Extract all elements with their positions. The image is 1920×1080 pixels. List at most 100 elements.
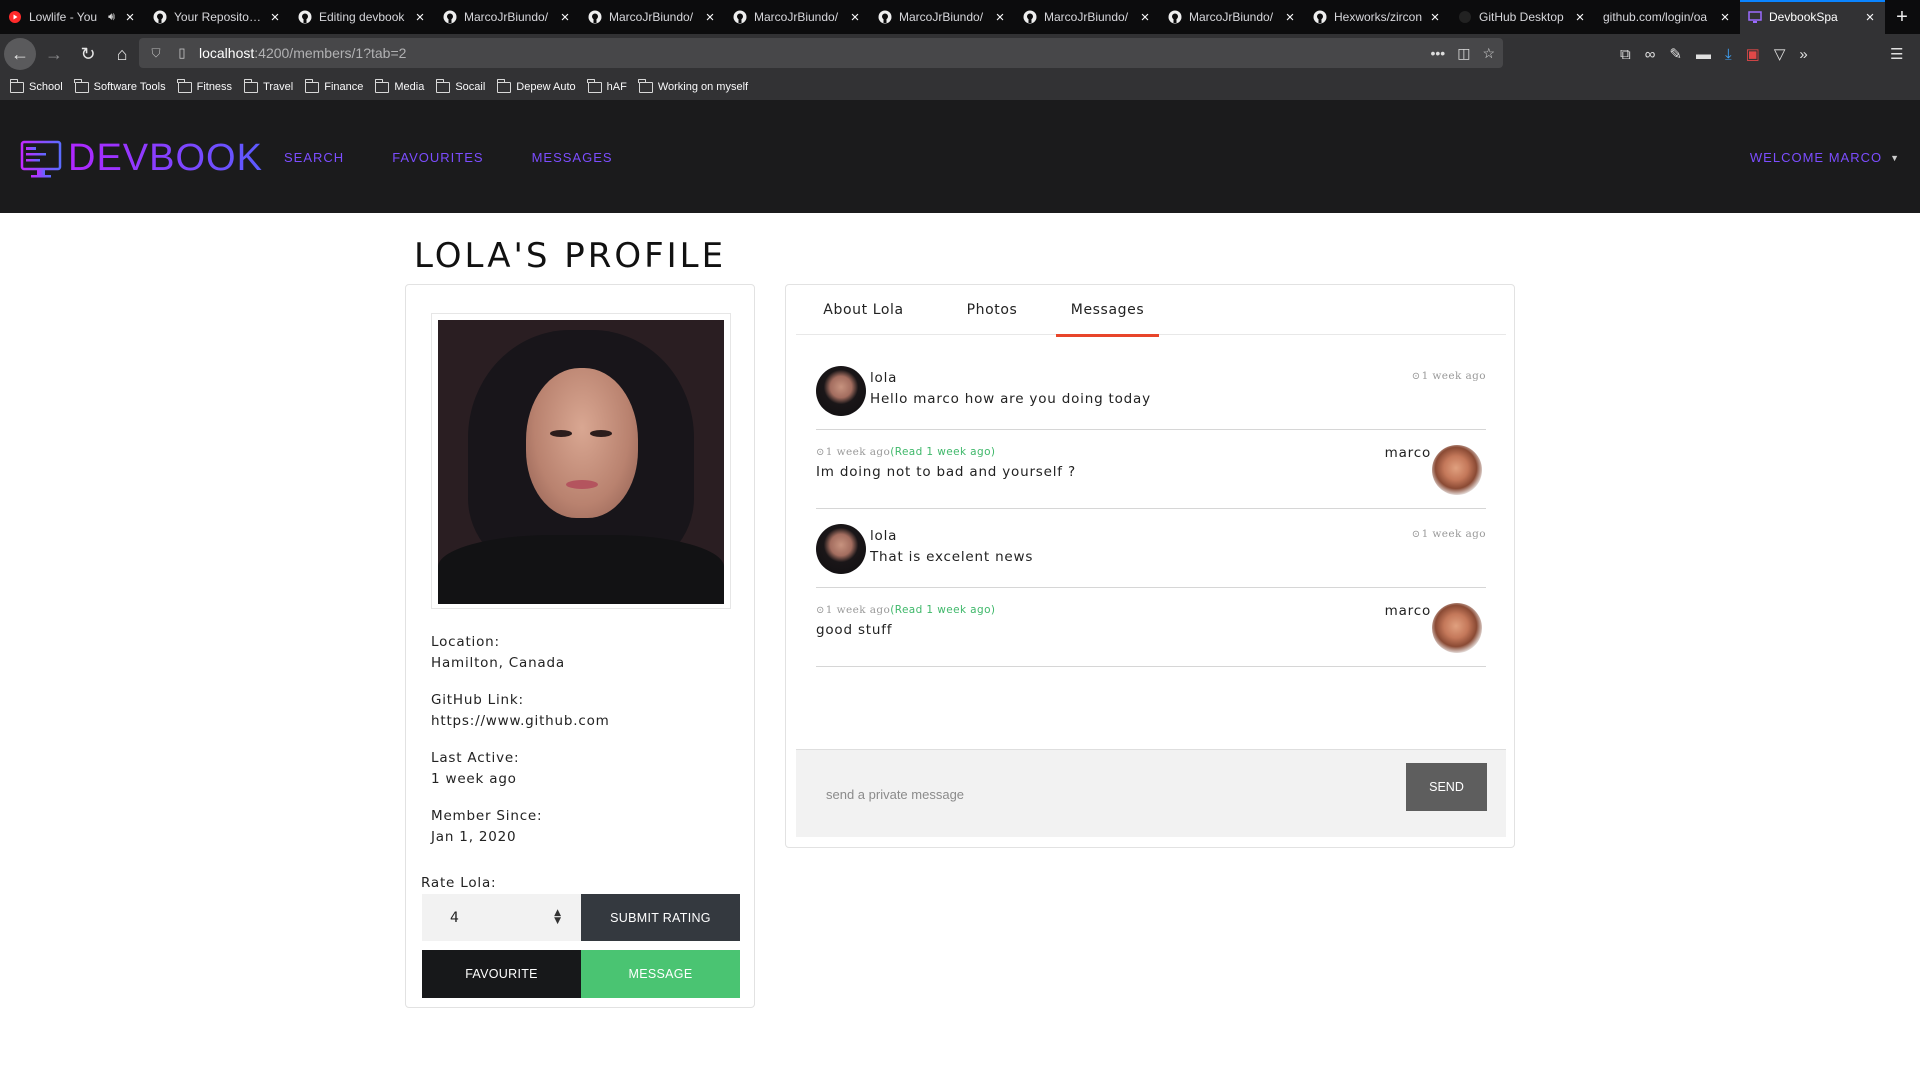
nav-messages[interactable]: MESSAGES bbox=[532, 150, 613, 165]
bookmark-folder[interactable]: School bbox=[9, 78, 63, 93]
tab-title: MarcoJrBiundo/ bbox=[1044, 10, 1129, 24]
rating-select[interactable]: 4 ▲ ▼ bbox=[422, 894, 581, 941]
close-tab-icon[interactable]: × bbox=[123, 9, 137, 26]
bookmark-star-icon[interactable]: ☆ bbox=[1482, 45, 1495, 62]
bookmark-folder[interactable]: Media bbox=[374, 78, 425, 93]
extension-icon[interactable]: ▣ bbox=[1746, 45, 1760, 63]
tab-about[interactable]: About Lola bbox=[796, 285, 931, 335]
menu-icon[interactable]: ☰ bbox=[1890, 45, 1903, 63]
close-tab-icon[interactable]: × bbox=[1283, 9, 1297, 26]
bookmark-label: Media bbox=[394, 81, 425, 93]
close-tab-icon[interactable]: × bbox=[1573, 9, 1587, 26]
bookmark-folder[interactable]: Travel bbox=[243, 78, 293, 93]
close-tab-icon[interactable]: × bbox=[1863, 9, 1877, 26]
github-link[interactable]: https://www.github.com bbox=[431, 711, 610, 732]
home-icon[interactable]: ⌂ bbox=[106, 38, 138, 70]
browser-tab[interactable]: Your Repositories × bbox=[145, 0, 290, 34]
bookmark-folder[interactable]: Software Tools bbox=[74, 78, 166, 93]
folder-icon bbox=[496, 78, 512, 93]
github-icon bbox=[733, 10, 747, 24]
library-icon[interactable]: ▬ bbox=[1696, 46, 1711, 63]
browser-tab[interactable]: Lowlife - You 🔊︎ × bbox=[0, 0, 145, 34]
message-item: marco ⊙1 week ago(Read 1 week ago) Im do… bbox=[816, 430, 1486, 509]
speaker-icon[interactable]: 🔊︎ bbox=[108, 11, 115, 24]
browser-tab[interactable]: MarcoJrBiundo/ × bbox=[1160, 0, 1305, 34]
github-label: GitHub Link: bbox=[431, 692, 524, 708]
member-since-value: Jan 1, 2020 bbox=[431, 829, 517, 845]
browser-tab[interactable]: MarcoJrBiundo/ × bbox=[580, 0, 725, 34]
submit-rating-button[interactable]: SUBMIT RATING bbox=[581, 894, 740, 941]
favourite-button[interactable]: FAVOURITE bbox=[422, 950, 581, 998]
download-icon[interactable]: ⤓ bbox=[1725, 46, 1732, 63]
browser-tab[interactable]: MarcoJrBiundo/ × bbox=[1015, 0, 1160, 34]
message-time-text: 1 week ago bbox=[825, 604, 891, 616]
browser-tab[interactable]: GitHub Desktop × bbox=[1450, 0, 1595, 34]
message-sender: marco bbox=[1384, 603, 1431, 619]
close-tab-icon[interactable]: × bbox=[848, 9, 862, 26]
nav-favourites[interactable]: FAVOURITES bbox=[392, 150, 483, 165]
clock-icon: ⊙ bbox=[1411, 371, 1421, 382]
message-sender: marco bbox=[1384, 445, 1431, 461]
browser-tab[interactable]: Hexworks/zircon × bbox=[1305, 0, 1450, 34]
browser-tab[interactable]: MarcoJrBiundo/ × bbox=[435, 0, 580, 34]
github-desktop-icon bbox=[1458, 10, 1472, 24]
bookmarks-bar: School Software Tools Fitness Travel Fin… bbox=[0, 74, 1920, 100]
message-input[interactable] bbox=[826, 778, 1276, 810]
mask-icon[interactable]: ∞ bbox=[1645, 46, 1656, 63]
message-text: Im doing not to bad and yourself ? bbox=[816, 464, 1076, 480]
tab-title: MarcoJrBiundo/ bbox=[609, 10, 694, 24]
nav-search[interactable]: SEARCH bbox=[284, 150, 344, 165]
location-value: Hamilton, Canada bbox=[431, 655, 565, 671]
bookmark-label: Working on myself bbox=[657, 81, 749, 93]
message-sender: lola bbox=[870, 528, 898, 544]
browser-tab[interactable]: MarcoJrBiundo/ × bbox=[725, 0, 870, 34]
browser-tab-active[interactable]: DevbookSpa × bbox=[1740, 0, 1885, 34]
url-text[interactable]: localhost:4200/members/1?tab=2 bbox=[199, 45, 406, 61]
tab-photos[interactable]: Photos bbox=[928, 285, 1056, 335]
page-info-icon[interactable]: ▯ bbox=[173, 45, 191, 61]
close-tab-icon[interactable]: × bbox=[1138, 9, 1152, 26]
new-tab-icon[interactable]: + bbox=[1885, 0, 1919, 34]
close-tab-icon[interactable]: × bbox=[1428, 9, 1442, 26]
bookmark-folder[interactable]: Socail bbox=[435, 78, 485, 93]
pocket-icon[interactable]: ◫ bbox=[1457, 45, 1470, 62]
shield-icon[interactable]: ⛉ bbox=[147, 46, 165, 61]
more-actions-icon[interactable]: ••• bbox=[1430, 45, 1445, 61]
bookmark-label: Software Tools bbox=[93, 81, 166, 93]
vue-devtools-icon[interactable]: ▽ bbox=[1774, 45, 1786, 63]
bookmark-label: Fitness bbox=[196, 81, 233, 93]
url-bar[interactable]: ⛉ ▯ localhost:4200/members/1?tab=2 ••• ◫… bbox=[139, 38, 1503, 68]
close-tab-icon[interactable]: × bbox=[268, 9, 282, 26]
send-button[interactable]: SEND bbox=[1406, 763, 1487, 811]
user-menu[interactable]: WELCOME MARCO ▼ bbox=[1750, 150, 1900, 165]
page-title: LOLA'S PROFILE bbox=[414, 236, 727, 276]
browser-tab[interactable]: github.com/login/oa × bbox=[1595, 0, 1740, 34]
browser-tab[interactable]: MarcoJrBiundo/ × bbox=[870, 0, 1015, 34]
close-tab-icon[interactable]: × bbox=[993, 9, 1007, 26]
message-button[interactable]: MESSAGE bbox=[581, 950, 740, 998]
back-icon[interactable]: ← bbox=[4, 38, 36, 70]
synced-tabs-icon[interactable]: ⧉ bbox=[1620, 46, 1631, 63]
message-time-text: 1 week ago bbox=[1421, 370, 1486, 382]
browser-tab[interactable]: Editing devbook × bbox=[290, 0, 435, 34]
last-active-value: 1 week ago bbox=[431, 771, 517, 787]
overflow-icon[interactable]: » bbox=[1799, 46, 1807, 63]
reload-icon[interactable]: ↻ bbox=[72, 38, 104, 70]
github-icon bbox=[1168, 10, 1182, 24]
tab-messages[interactable]: Messages bbox=[1056, 285, 1159, 337]
wrench-icon[interactable]: ✎ bbox=[1669, 45, 1682, 63]
close-tab-icon[interactable]: × bbox=[413, 9, 427, 26]
bookmark-folder[interactable]: hAF bbox=[587, 78, 627, 93]
close-tab-icon[interactable]: × bbox=[558, 9, 572, 26]
message-item: lola That is excelent news ⊙1 week ago bbox=[816, 509, 1486, 588]
bookmark-folder[interactable]: Working on myself bbox=[638, 78, 749, 93]
tab-title: Lowlife - You bbox=[29, 10, 98, 24]
brand-logo[interactable]: DEVBOOK bbox=[20, 137, 263, 180]
close-tab-icon[interactable]: × bbox=[703, 9, 717, 26]
bookmark-folder[interactable]: Depew Auto bbox=[496, 78, 576, 93]
bookmark-folder[interactable]: Finance bbox=[304, 78, 363, 93]
forward-icon[interactable]: → bbox=[38, 38, 70, 70]
tab-title: github.com/login/oa bbox=[1603, 10, 1708, 24]
close-tab-icon[interactable]: × bbox=[1718, 9, 1732, 26]
bookmark-folder[interactable]: Fitness bbox=[177, 78, 233, 93]
